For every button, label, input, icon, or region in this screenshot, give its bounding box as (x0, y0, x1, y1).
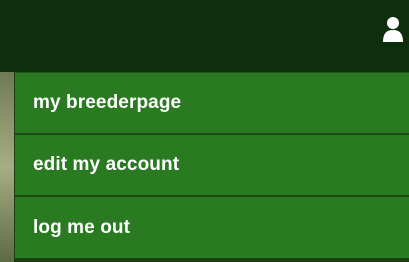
user-icon-glyph (383, 17, 403, 42)
menu-item-label: log me out (33, 217, 131, 238)
user-icon[interactable] (383, 16, 403, 44)
menu-item-label: edit my account (33, 154, 180, 175)
page-background-edge (0, 72, 14, 262)
menu-bottom-edge (14, 258, 409, 262)
menu-item-log-out[interactable]: log me out (15, 197, 409, 259)
app-frame: my breederpage edit my account log me ou… (0, 0, 409, 262)
user-dropdown-menu: my breederpage edit my account log me ou… (14, 72, 409, 260)
menu-item-label: my breederpage (33, 92, 182, 113)
menu-item-edit-account[interactable]: edit my account (15, 135, 409, 197)
menu-item-breederpage[interactable]: my breederpage (15, 73, 409, 135)
top-bar (0, 0, 409, 72)
